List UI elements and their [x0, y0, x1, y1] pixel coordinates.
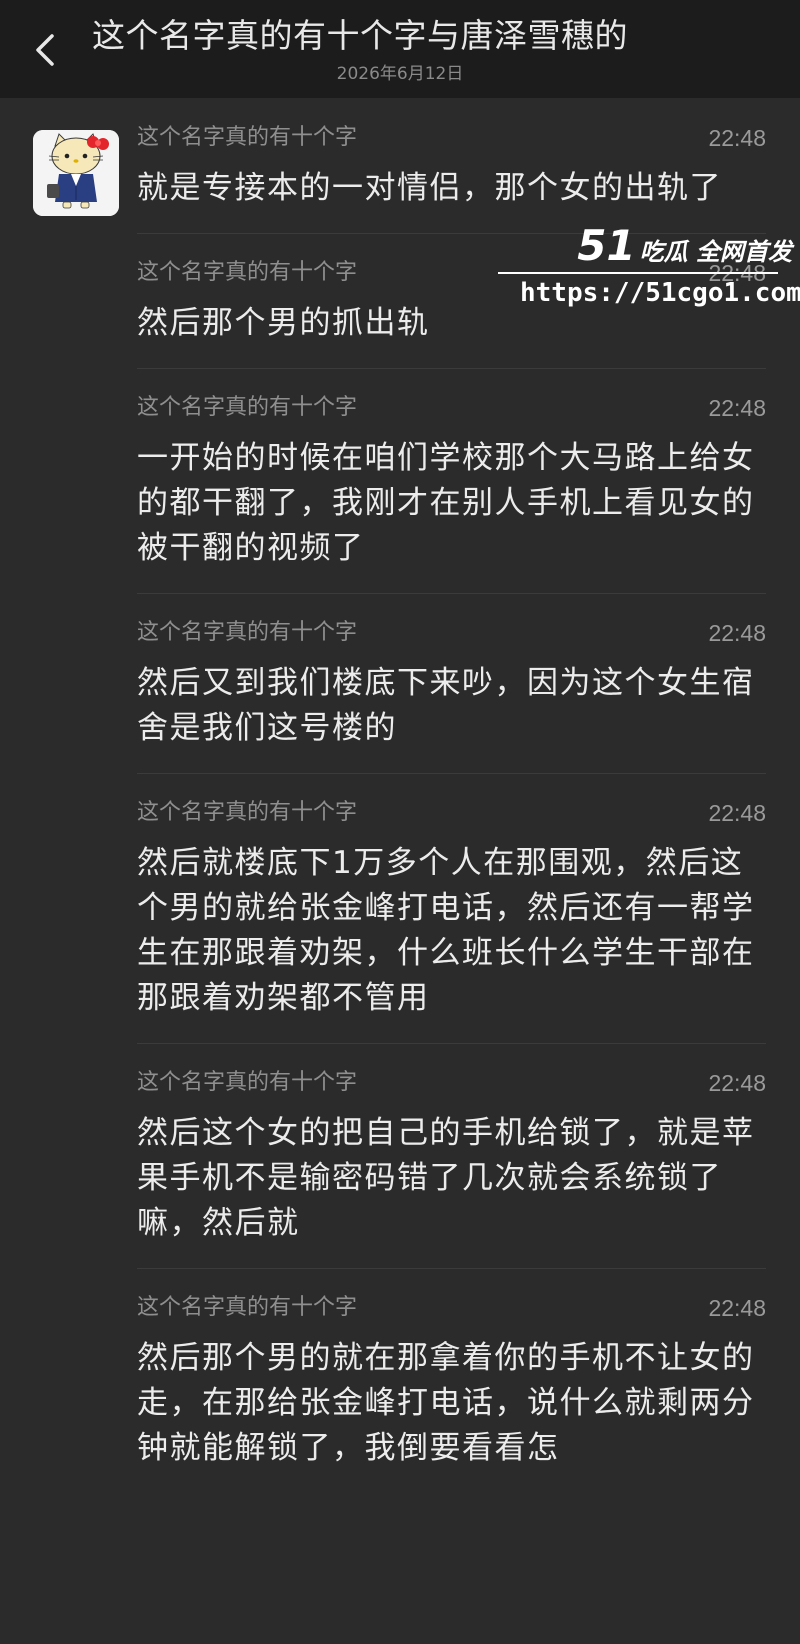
message-text: 然后这个女的把自己的手机给锁了，就是苹果手机不是输密码错了几次就会系统锁了嘛，然…: [137, 1115, 755, 1241]
sender-avatar[interactable]: [33, 130, 119, 216]
message-text: 一开始的时候在咱们学校那个大马路上给女的都干翻了，我刚才在别人手机上看见女的被干…: [137, 440, 755, 566]
message-list[interactable]: 这个名字真的有十个字 22:48 就是专接本的一对情侣，那个女的出轨了 这个名字…: [0, 98, 800, 1493]
hello-kitty-avatar-icon: [33, 130, 119, 216]
message-time: 22:48: [708, 1070, 766, 1096]
message-time: 22:48: [708, 260, 766, 286]
message-item[interactable]: 这个名字真的有十个字 22:48 一开始的时候在咱们学校那个大马路上给女的都干翻…: [0, 368, 800, 593]
sender-name: 这个名字真的有十个字: [137, 1070, 358, 1095]
message-time: 22:48: [708, 620, 766, 646]
message-time: 22:48: [708, 125, 766, 151]
message-text: 就是专接本的一对情侣，那个女的出轨了: [137, 170, 722, 206]
message-time: 22:48: [708, 800, 766, 826]
sender-name: 这个名字真的有十个字: [137, 800, 358, 825]
top-bar: 这个名字真的有十个字与唐泽雪穗的 2026年6月12日: [0, 0, 800, 98]
message-item[interactable]: 这个名字真的有十个字 22:48 就是专接本的一对情侣，那个女的出轨了: [0, 98, 800, 233]
chat-title: 这个名字真的有十个字与唐泽雪穗的: [92, 16, 628, 55]
sender-name: 这个名字真的有十个字: [137, 1295, 358, 1320]
message-time: 22:48: [708, 1295, 766, 1321]
message-time: 22:48: [708, 395, 766, 421]
message-text: 然后又到我们楼底下来吵，因为这个女生宿舍是我们这号楼的: [137, 665, 755, 746]
message-item[interactable]: 这个名字真的有十个字 22:48 然后这个女的把自己的手机给锁了，就是苹果手机不…: [0, 1043, 800, 1268]
message-item[interactable]: 这个名字真的有十个字 22:48 然后那个男的就在那拿着你的手机不让女的走，在那…: [0, 1268, 800, 1493]
message-item[interactable]: 这个名字真的有十个字 22:48 然后就楼底下1万多个人在那围观，然后这个男的就…: [0, 773, 800, 1043]
message-item[interactable]: 这个名字真的有十个字 22:48 然后那个男的抓出轨: [0, 233, 800, 368]
message-text: 然后那个男的抓出轨: [137, 305, 430, 341]
sender-name: 这个名字真的有十个字: [137, 395, 358, 420]
sender-name: 这个名字真的有十个字: [137, 260, 358, 285]
message-text: 然后那个男的就在那拿着你的手机不让女的走，在那给张金峰打电话，说什么就剩两分钟就…: [137, 1340, 755, 1466]
chat-date: 2026年6月12日: [336, 64, 464, 84]
sender-name: 这个名字真的有十个字: [137, 620, 358, 645]
sender-name: 这个名字真的有十个字: [137, 125, 358, 150]
message-item[interactable]: 这个名字真的有十个字 22:48 然后又到我们楼底下来吵，因为这个女生宿舍是我们…: [0, 593, 800, 773]
message-text: 然后就楼底下1万多个人在那围观，然后这个男的就给张金峰打电话，然后还有一帮学生在…: [137, 845, 755, 1016]
